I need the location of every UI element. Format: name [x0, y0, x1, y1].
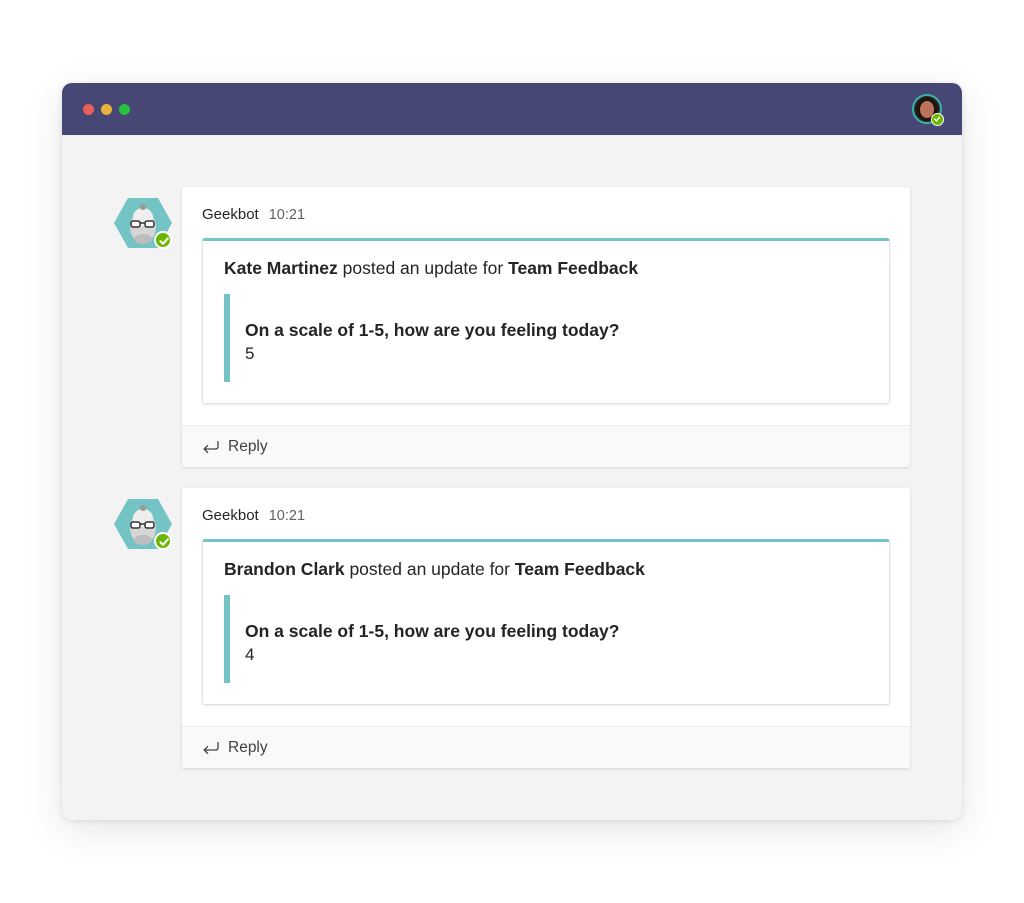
team-name: Team Feedback	[508, 258, 639, 278]
message-time: 10:21	[268, 207, 306, 223]
quote-bar	[224, 595, 230, 683]
update-card: Kate Martinez posted an update for Team …	[202, 238, 890, 404]
available-status-icon	[154, 532, 172, 550]
quote-bar	[224, 294, 230, 382]
reply-label: Reply	[228, 438, 268, 455]
update-summary: Kate Martinez posted an update for Team …	[224, 258, 638, 279]
close-window-button[interactable]	[83, 104, 94, 115]
geekbot-avatar[interactable]	[114, 197, 172, 249]
answer-text: 5	[245, 344, 255, 363]
maximize-window-button[interactable]	[119, 104, 130, 115]
author-name: Brandon Clark	[224, 559, 345, 579]
minimize-window-button[interactable]	[101, 104, 112, 115]
author-name: Kate Martinez	[224, 258, 338, 278]
answer-text: 4	[245, 645, 255, 664]
reply-label: Reply	[228, 739, 268, 756]
question-text: On a scale of 1-5, how are you feeling t…	[245, 320, 620, 340]
message-header: Geekbot 10:21	[202, 206, 305, 223]
title-bar	[62, 83, 962, 135]
message-card: Geekbot 10:21 Brandon Clark posted an upd…	[182, 488, 910, 768]
message-time: 10:21	[268, 508, 306, 524]
reply-button[interactable]: Reply	[182, 726, 910, 768]
sender-name[interactable]: Geekbot	[202, 206, 259, 223]
app-window: Geekbot 10:21 Kate Martinez posted an upd…	[62, 83, 962, 820]
reply-icon	[203, 441, 219, 454]
posted-text: posted an update for	[342, 258, 504, 278]
available-status-icon	[931, 113, 944, 126]
update-summary: Brandon Clark posted an update for Team …	[224, 559, 645, 580]
sender-name[interactable]: Geekbot	[202, 507, 259, 524]
message-card: Geekbot 10:21 Kate Martinez posted an upd…	[182, 187, 910, 467]
message-header: Geekbot 10:21	[202, 507, 305, 524]
team-name: Team Feedback	[514, 559, 645, 579]
question-text: On a scale of 1-5, how are you feeling t…	[245, 621, 620, 641]
update-card: Brandon Clark posted an update for Team …	[202, 539, 890, 705]
available-status-icon	[154, 231, 172, 249]
user-avatar[interactable]	[912, 94, 944, 126]
geekbot-avatar[interactable]	[114, 498, 172, 550]
reply-icon	[203, 742, 219, 755]
posted-text: posted an update for	[349, 559, 510, 579]
reply-button[interactable]: Reply	[182, 425, 910, 467]
